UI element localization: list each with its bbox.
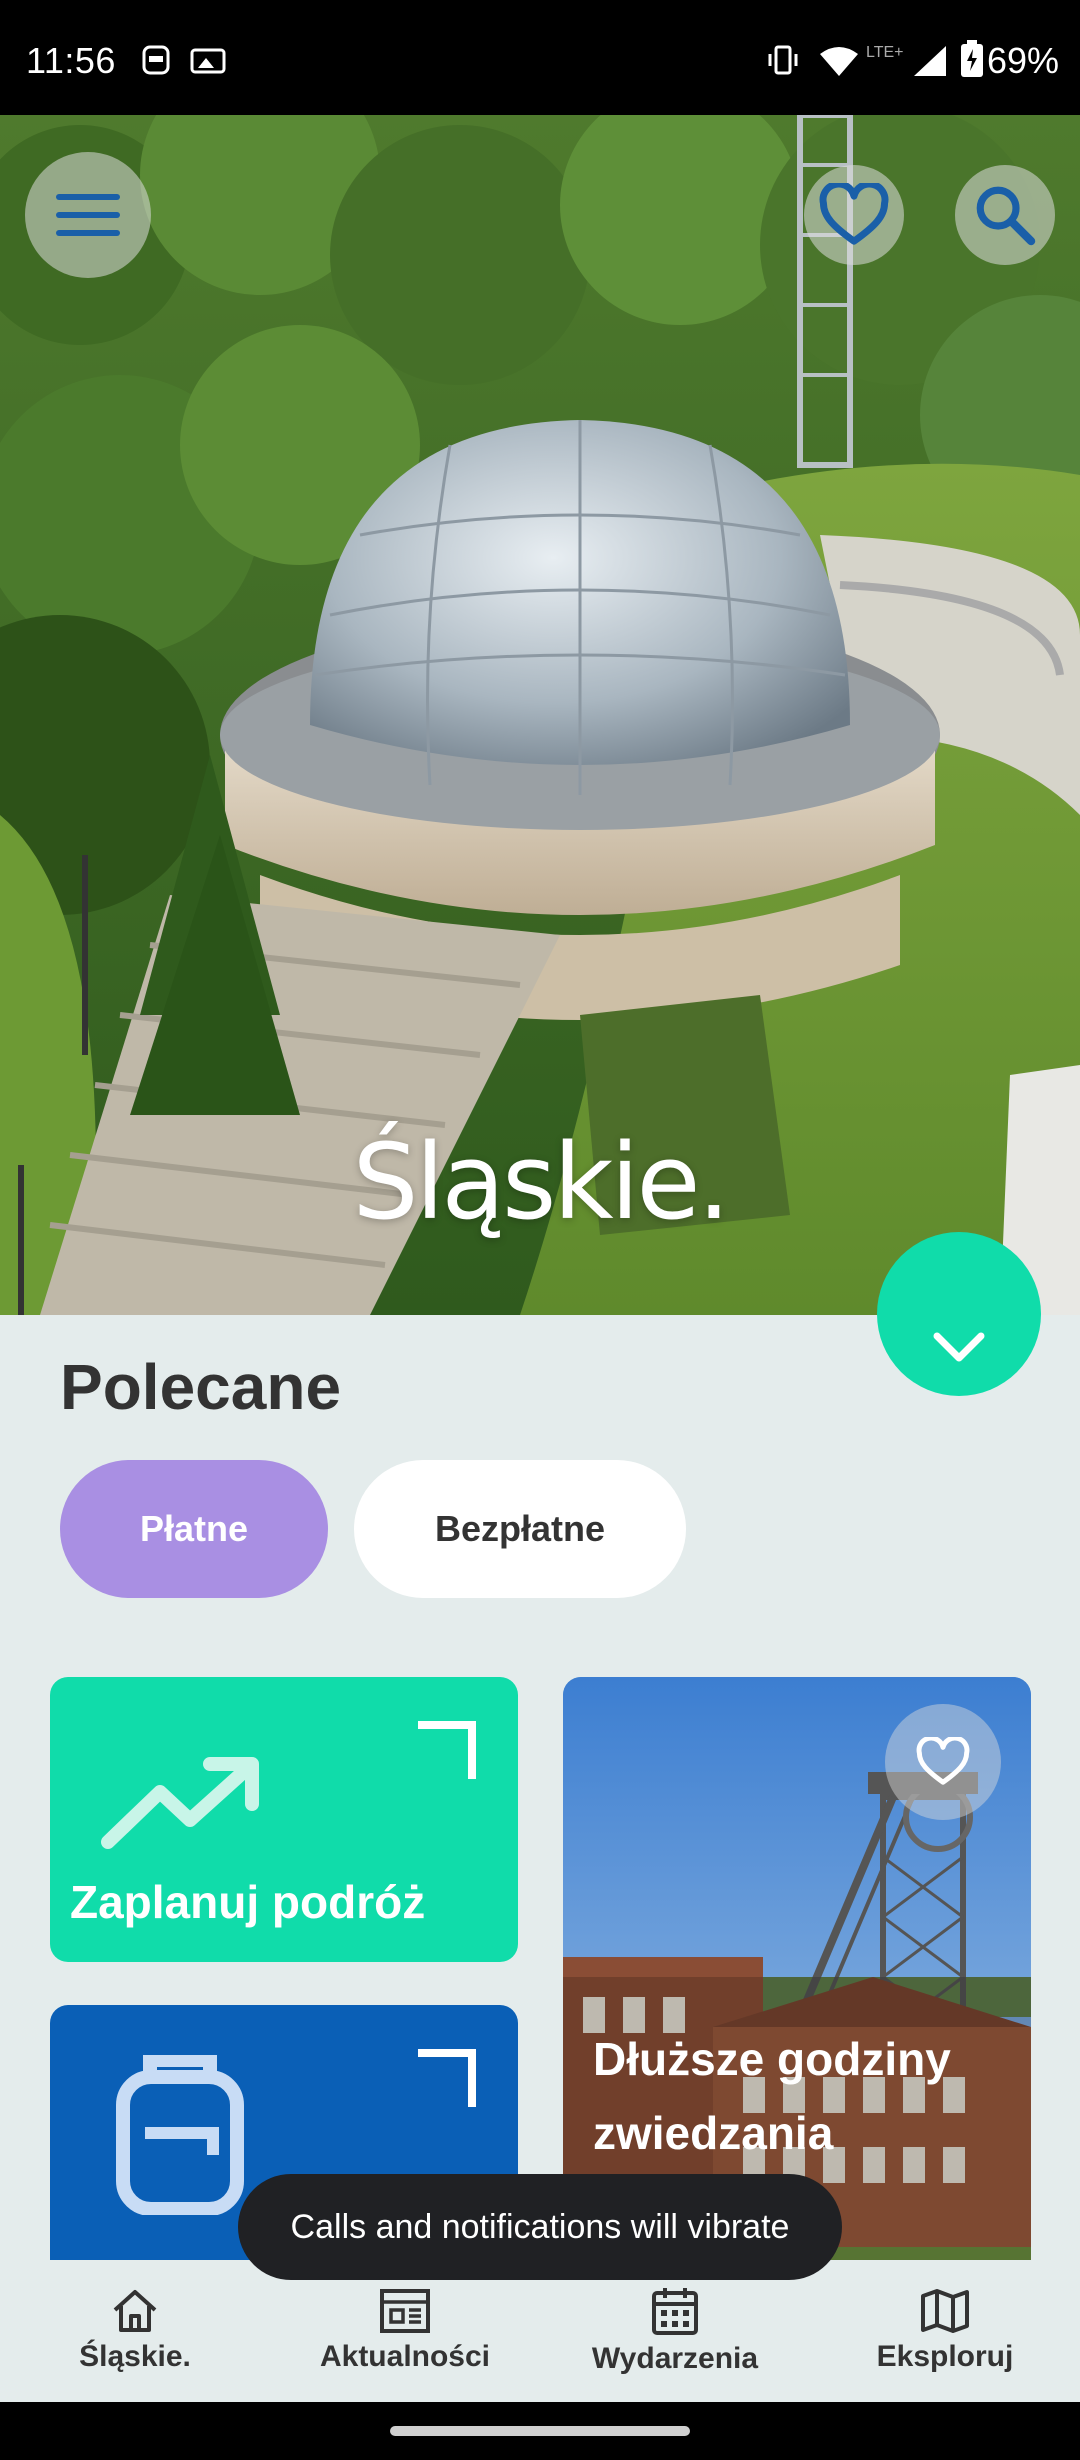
bottom-navigation: Śląskie. Aktualności Wydarzenia Eksploru… xyxy=(0,2260,1080,2402)
battery-icon xyxy=(961,40,983,77)
battery-level: 69% xyxy=(987,40,1060,81)
recommended-sheet: Polecane Płatne Bezpłatne Zaplanuj podró… xyxy=(0,1315,1080,2260)
expand-corner-icon xyxy=(418,1721,476,1779)
search-button[interactable] xyxy=(955,165,1055,265)
status-bar: 11:56 LTE+ 69% xyxy=(0,0,1080,115)
map-icon xyxy=(921,2289,969,2333)
calendar-icon xyxy=(652,2288,698,2335)
notification-icon xyxy=(142,45,170,75)
plan-trip-label: Zaplanuj podróż xyxy=(70,1876,426,1928)
hamburger-icon xyxy=(56,194,120,236)
news-icon xyxy=(380,2289,430,2333)
collapse-button[interactable] xyxy=(877,1232,1041,1396)
gesture-bar xyxy=(0,2402,1080,2460)
plan-trip-card[interactable]: Zaplanuj podróż xyxy=(50,1677,518,1962)
nav-label: Wydarzenia xyxy=(591,2342,759,2375)
toast-message: Calls and notifications will vibrate xyxy=(238,2174,842,2280)
favorites-button[interactable] xyxy=(804,165,904,265)
nav-item-explore[interactable]: Eksploruj xyxy=(810,2260,1080,2402)
nav-label: Eksploruj xyxy=(876,2340,1014,2373)
filter-chip-paid[interactable]: Płatne xyxy=(60,1460,328,1598)
vibrate-icon xyxy=(768,45,798,75)
chevron-down-icon xyxy=(933,1332,985,1362)
section-title: Polecane xyxy=(60,1351,342,1423)
hero-banner: Śląskie. xyxy=(0,115,1080,1315)
heart-outline-icon xyxy=(916,1737,970,1785)
backpack-icon xyxy=(116,2055,244,2215)
nav-item-events[interactable]: Wydarzenia xyxy=(540,2260,810,2402)
filter-chip-label: Bezpłatne xyxy=(434,1508,606,1549)
home-gesture-handle[interactable] xyxy=(390,2426,690,2436)
menu-button[interactable] xyxy=(25,152,151,278)
photo-icon xyxy=(190,48,226,74)
longer-hours-label: Dłuższe godziny zwiedzania xyxy=(593,2033,951,2159)
expand-corner-icon xyxy=(418,2049,476,2107)
card-favorite-button[interactable] xyxy=(885,1704,1001,1820)
signal-icon xyxy=(914,46,946,76)
nav-label: Śląskie. xyxy=(79,2340,191,2373)
network-type: LTE+ xyxy=(866,44,904,61)
search-icon xyxy=(976,186,1036,246)
toast-text: Calls and notifications will vibrate xyxy=(290,2207,790,2246)
trending-up-icon xyxy=(101,1757,259,1849)
nav-item-news[interactable]: Aktualności xyxy=(270,2260,540,2402)
heart-icon xyxy=(819,183,889,245)
filter-chip-free[interactable]: Bezpłatne xyxy=(354,1460,686,1598)
wifi-icon xyxy=(820,47,858,76)
filter-chip-label: Płatne xyxy=(139,1508,249,1549)
longer-hours-card[interactable]: Dłuższe godziny zwiedzania xyxy=(563,1677,1031,2260)
nav-label: Aktualności xyxy=(319,2340,491,2373)
home-icon xyxy=(113,2290,157,2332)
status-time: 11:56 xyxy=(26,40,116,81)
nav-item-home[interactable]: Śląskie. xyxy=(0,2260,270,2402)
hero-title: Śląskie. xyxy=(352,1121,731,1243)
